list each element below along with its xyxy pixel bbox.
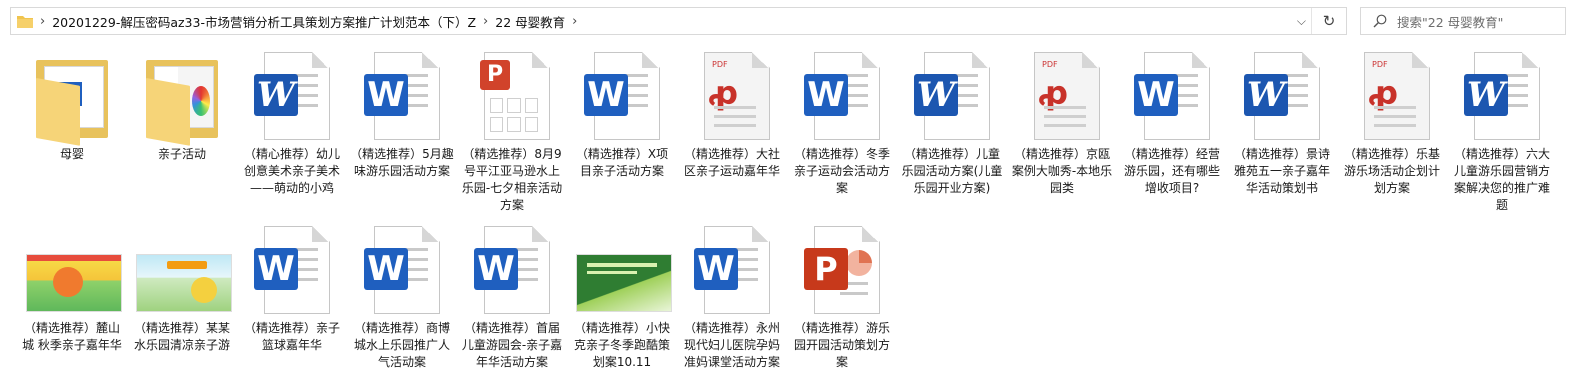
item-label: （精选推荐）小快克亲子冬季跑酷策划案10.11: [573, 321, 670, 369]
list-item[interactable]: W （精选推荐）5月趣味游乐园活动方案: [348, 52, 456, 180]
list-item[interactable]: （精选推荐）麓山城 秋季亲子嘉年华: [18, 226, 126, 354]
list-item[interactable]: W （精选推荐）X项目亲子活动方案: [568, 52, 676, 180]
item-label: （精选推荐）某某水乐园清凉亲子游: [133, 321, 230, 352]
list-item[interactable]: PDF ꝓ （精选推荐）京瓯案例大咖秀-本地乐园类: [1008, 52, 1116, 197]
item-label: （精选推荐）5月趣味游乐园活动方案: [350, 147, 454, 178]
pdf-doc-icon: PDF ꝓ: [682, 52, 782, 142]
item-label: （精选推荐）亲子篮球嘉年华: [243, 321, 340, 352]
image-thumbnail-icon: [572, 226, 672, 316]
image-thumbnail-icon: [132, 226, 232, 316]
item-label: （精选推荐）首届儿童游园会-亲子嘉年华活动方案: [461, 321, 563, 369]
list-item[interactable]: （精选推荐）小快克亲子冬季跑酷策划案10.11: [568, 226, 676, 371]
ppt-doc-icon: P: [462, 52, 562, 142]
item-label: （精选推荐）8月9号平江亚马逊水上乐园-七夕相亲活动方案: [461, 147, 563, 212]
item-label: （精选推荐）永州现代妇儿医院孕妈准妈课堂活动方案: [683, 321, 780, 369]
item-label: （精选推荐）麓山城 秋季亲子嘉年华: [22, 321, 122, 352]
folder-icon: [132, 52, 232, 146]
list-item[interactable]: W （精心推荐）幼儿创意美术亲子美术——萌动的小鸡: [238, 52, 346, 197]
item-label: （精选推荐）X项目亲子活动方案: [575, 147, 669, 178]
word-doc-icon: W: [242, 226, 342, 316]
word-doc-icon: W: [682, 226, 782, 316]
item-label: （精选推荐）儿童乐园活动方案(儿童乐园开业方案): [901, 147, 1003, 195]
list-item[interactable]: P （精选推荐）游乐园开园活动策划方案: [788, 226, 896, 371]
list-item[interactable]: （精选推荐）某某水乐园清凉亲子游: [128, 226, 236, 354]
folder-icon: [22, 52, 122, 146]
item-label: （精选推荐）乐基游乐场活动企划计划方案: [1343, 147, 1440, 195]
word-doc-icon: W: [572, 52, 672, 142]
list-item[interactable]: PDF ꝓ （精选推荐）乐基游乐场活动企划计划方案: [1338, 52, 1446, 197]
word-doc-icon: W: [352, 226, 452, 316]
item-label: （精选推荐）经营游乐园，还有哪些增收项目?: [1123, 147, 1220, 195]
word-doc-icon: W: [1122, 52, 1222, 142]
item-label: 亲子活动: [157, 147, 206, 161]
word-doc-icon: W: [462, 226, 562, 316]
list-item[interactable]: W （精选推荐）冬季亲子运动会活动方案: [788, 52, 896, 197]
list-item[interactable]: 母婴: [18, 52, 126, 163]
list-item[interactable]: W （精选推荐）商博城水上乐园推广人气活动案: [348, 226, 456, 371]
list-item[interactable]: W （精选推荐）经营游乐园，还有哪些增收项目?: [1118, 52, 1226, 197]
word-doc-icon: W: [352, 52, 452, 142]
image-thumbnail-icon: [22, 226, 122, 316]
list-item[interactable]: W （精选推荐）永州现代妇儿医院孕妈准妈课堂活动方案: [678, 226, 786, 371]
list-item[interactable]: W （精选推荐）儿童乐园活动方案(儿童乐园开业方案): [898, 52, 1006, 197]
list-item[interactable]: W （精选推荐）亲子篮球嘉年华: [238, 226, 346, 354]
ppt-doc-icon: P: [792, 226, 892, 316]
item-label: （精选推荐）大社区亲子运动嘉年华: [683, 147, 780, 178]
pdf-doc-icon: PDF ꝓ: [1012, 52, 1112, 142]
word-doc-icon: W: [902, 52, 1002, 142]
item-label: （精选推荐）商博城水上乐园推广人气活动案: [353, 321, 450, 369]
item-label: （精选推荐）六大儿童游乐园营销方案解决您的推广难题: [1453, 147, 1550, 212]
word-doc-icon: W: [1452, 52, 1552, 142]
list-item[interactable]: W （精选推荐）景诗雅苑五一亲子嘉年华活动策划书: [1228, 52, 1336, 197]
pdf-doc-icon: PDF ꝓ: [1342, 52, 1442, 142]
item-label: （精选推荐）景诗雅苑五一亲子嘉年华活动策划书: [1233, 147, 1330, 195]
word-doc-icon: W: [242, 52, 342, 142]
word-doc-icon: W: [1232, 52, 1332, 142]
item-label: （精心推荐）幼儿创意美术亲子美术——萌动的小鸡: [243, 147, 340, 195]
file-grid: 母婴 亲子活动 W （精心推荐）幼儿创意美术亲子美术——萌动的小鸡 W （精选推…: [0, 0, 1575, 391]
item-label: 母婴: [59, 147, 84, 161]
list-item[interactable]: P （精选推荐）8月9号平江亚马逊水上乐园-七夕相亲活动方案: [458, 52, 566, 214]
list-item[interactable]: PDF ꝓ （精选推荐）大社区亲子运动嘉年华: [678, 52, 786, 180]
item-label: （精选推荐）冬季亲子运动会活动方案: [793, 147, 890, 195]
word-doc-icon: W: [792, 52, 892, 142]
list-item[interactable]: W （精选推荐）首届儿童游园会-亲子嘉年华活动方案: [458, 226, 566, 371]
list-item[interactable]: W （精选推荐）六大儿童游乐园营销方案解决您的推广难题: [1448, 52, 1556, 214]
item-label: （精选推荐）游乐园开园活动策划方案: [793, 321, 890, 369]
item-label: （精选推荐）京瓯案例大咖秀-本地乐园类: [1011, 147, 1113, 195]
list-item[interactable]: 亲子活动: [128, 52, 236, 163]
